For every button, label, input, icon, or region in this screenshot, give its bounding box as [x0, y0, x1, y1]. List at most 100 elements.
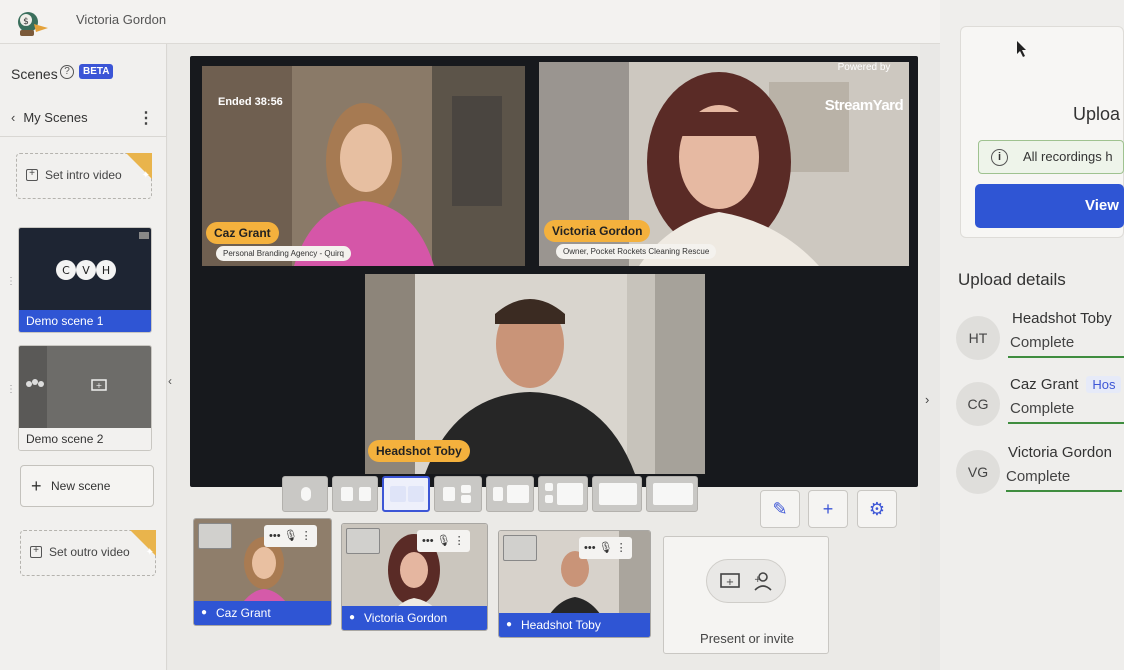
my-scenes-label: My Scenes — [23, 110, 88, 125]
upload-details-title: Upload details — [958, 270, 1066, 289]
person-icon: ● — [201, 607, 208, 618]
scene-2-label: Demo scene 2 — [19, 428, 151, 450]
upload-row-name: Headshot Toby — [1012, 310, 1112, 327]
guest-controls[interactable]: ••• 🎙 ⋮ — [264, 525, 317, 547]
broadcast-stage: Ended 38:56 Powered by StreamYard Caz Gr… — [190, 56, 918, 487]
help-icon[interactable]: ? — [60, 65, 74, 79]
brand-name: StreamYard — [824, 97, 904, 114]
present-invite-icons: + + — [706, 559, 786, 603]
guest-name-victoria: Victoria Gordon — [364, 611, 448, 625]
powered-by-label: Powered by — [837, 62, 891, 73]
sidebar-divider — [0, 136, 167, 137]
layout-side-by-side-button[interactable] — [486, 476, 534, 512]
layout-group-button[interactable] — [332, 476, 378, 512]
host-badge: Hos — [1086, 376, 1122, 393]
more-options-icon[interactable]: ⋮ — [138, 108, 154, 128]
upload-row-ht: HT Headshot Toby Complete — [948, 310, 1124, 370]
scene-card-1[interactable]: C V H Demo scene 1 — [18, 227, 152, 333]
scenes-sidebar: Scenes ? BETA ‹ My Scenes ⋮ + Set intro v… — [0, 44, 167, 670]
edit-pencil-icon[interactable]: ✎ — [760, 490, 800, 528]
recordings-notice: i All recordings h — [978, 140, 1124, 174]
upload-title: Uploa — [1073, 104, 1121, 124]
add-to-stage-person-icon[interactable] — [198, 523, 232, 549]
top-user-name: Victoria Gordon — [76, 12, 167, 27]
avatar: HT — [956, 316, 1000, 360]
avatar: CG — [956, 382, 1000, 426]
layout-solo-button[interactable] — [282, 476, 328, 512]
new-scene-button[interactable]: + New scene — [20, 465, 154, 507]
person-icon: ● — [506, 619, 513, 630]
upload-progress-bar — [1008, 422, 1124, 424]
settings-gear-icon[interactable]: ⚙ — [857, 490, 897, 528]
subtitle-tag-victoria: Owner, Pocket Rockets Cleaning Rescue — [556, 244, 717, 259]
scene-1-label: Demo scene 1 — [19, 310, 151, 332]
layout-screen-button[interactable] — [592, 476, 642, 512]
svg-text:+: + — [726, 577, 734, 588]
view-recordings-button[interactable]: View — [975, 184, 1124, 228]
upload-progress-bar — [1008, 356, 1124, 358]
add-to-stage-person-icon[interactable] — [346, 528, 380, 554]
collapse-sidebar-icon[interactable]: ‹ — [168, 374, 172, 388]
notice-text: All recordings h — [1023, 149, 1113, 164]
present-or-invite-label: Present or invite — [700, 631, 794, 646]
person-icon: ● — [349, 612, 356, 623]
upload-row-name: Victoria Gordon — [1008, 444, 1112, 461]
upload-progress-bar — [1006, 490, 1122, 492]
set-intro-video-button[interactable]: + Set intro video ✦ — [16, 153, 152, 199]
upload-row-status: Complete — [1010, 334, 1075, 351]
layout-screen-sidebar-button[interactable] — [538, 476, 588, 512]
layout-fullscreen-button[interactable] — [646, 476, 698, 512]
scene-1-preview: C V H — [19, 228, 151, 312]
plus-icon: + — [31, 476, 42, 496]
layout-split-button[interactable] — [382, 476, 430, 512]
info-icon: i — [991, 149, 1008, 166]
scene-card-2[interactable]: + Demo scene 2 — [18, 345, 152, 451]
scene-1-initial-h: H — [102, 264, 110, 277]
upload-row-vg: VG Victoria Gordon Complete — [948, 444, 1124, 504]
guest-name-caz: Caz Grant — [216, 606, 271, 620]
guest-tile-toby[interactable]: ••• 🎙 ⋮ ● Headshot Toby — [498, 530, 651, 638]
guest-tile-caz[interactable]: ••• 🎙 ⋮ ● Caz Grant — [193, 518, 332, 626]
subtitle-tag-caz: Personal Branding Agency - Quirq — [216, 246, 351, 261]
scenes-title: Scenes — [11, 66, 58, 82]
add-video-icon: + — [26, 169, 38, 181]
streamyard-brand: Powered by StreamYard — [819, 62, 909, 114]
guest-name-bar: ● Victoria Gordon — [342, 606, 487, 630]
name-tag-caz: Caz Grant — [206, 222, 279, 244]
new-scene-label: New scene — [51, 479, 111, 493]
my-scenes-back-link[interactable]: ‹ My Scenes — [11, 110, 88, 125]
outro-label: Set outro video — [49, 545, 130, 559]
add-plus-icon[interactable]: + — [808, 490, 848, 528]
upload-row-status: Complete — [1006, 468, 1071, 485]
upload-row-status: Complete — [1010, 400, 1075, 417]
scene-2-preview: + — [19, 346, 151, 430]
upload-row-name-wrap: Caz Grant Hos — [1010, 376, 1122, 393]
svg-text:$: $ — [23, 17, 29, 27]
present-or-invite-button[interactable]: + + Present or invite — [663, 536, 829, 654]
guest-name-bar: ● Headshot Toby — [499, 613, 650, 637]
upload-row-cg: CG Caz Grant Hos Complete — [948, 376, 1124, 436]
premium-corner-icon: ✦ — [130, 530, 156, 558]
svg-text:+: + — [754, 575, 762, 585]
add-to-stage-person-icon[interactable] — [503, 535, 537, 561]
guest-tile-victoria[interactable]: ••• 🎙 ⋮ ● Victoria Gordon — [341, 523, 488, 631]
set-outro-video-button[interactable]: + Set outro video ✦ — [20, 530, 156, 576]
add-video-icon: + — [30, 546, 42, 558]
guest-controls[interactable]: ••• 🎙 ⋮ — [417, 530, 470, 552]
guest-name-toby: Headshot Toby — [521, 618, 601, 632]
layout-leader-button[interactable] — [434, 476, 482, 512]
name-tag-victoria: Victoria Gordon — [544, 220, 651, 242]
name-tag-toby: Headshot Toby — [368, 440, 470, 462]
streamyard-logo-icon: $ — [18, 12, 48, 36]
svg-text:+: + — [96, 381, 103, 390]
chevron-left-icon: ‹ — [11, 110, 16, 125]
collapse-panel-icon[interactable]: › — [925, 392, 929, 407]
upload-row-name: Caz Grant — [1010, 376, 1079, 393]
scene-1-initial-c: C — [62, 264, 70, 277]
guest-controls[interactable]: ••• 🎙 ⋮ — [579, 537, 632, 559]
guest-name-bar: ● Caz Grant — [194, 601, 331, 625]
mouse-cursor-icon — [1017, 41, 1026, 57]
intro-label: Set intro video — [45, 168, 122, 182]
beta-badge: BETA — [79, 64, 114, 79]
scene-1-initial-v: V — [82, 264, 90, 277]
